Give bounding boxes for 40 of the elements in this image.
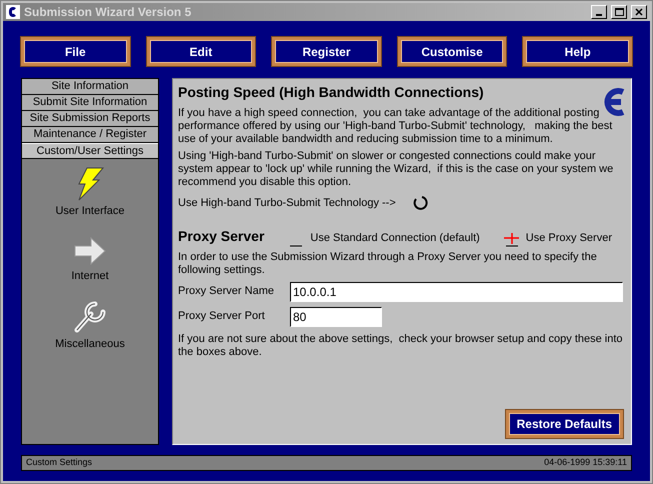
status-datetime: 04-06-1999 15:39:11 — [544, 456, 627, 470]
toggle-label: Use High-band Turbo-Submit Technology --> — [178, 196, 396, 211]
field-label: Proxy Server Port — [178, 309, 266, 324]
option-label: Use Standard Connection (default) — [310, 231, 480, 246]
option-label: Use Proxy Server — [526, 231, 612, 246]
app-icon — [6, 5, 20, 19]
sidebar-tab[interactable]: Maintenance / Register — [22, 127, 158, 143]
arrow-icon — [73, 236, 107, 266]
menu-button[interactable]: Help — [523, 37, 632, 66]
sidebar-tab[interactable]: Site Submission Reports — [22, 111, 158, 127]
sidebar-tab[interactable]: Custom/User Settings — [22, 143, 158, 159]
status-text: Custom Settings — [26, 456, 92, 470]
wrench-icon — [72, 300, 107, 334]
section-title: Proxy Server — [178, 226, 264, 246]
description-text: If you have a high speed connection, you can take advantage of the additional posting performance offered by using our 'High-band Turbo-Submit' technology, making the best use of your available bandwidth and reducing submission time to a minimum. — [178, 107, 614, 146]
minimize-button[interactable] — [591, 5, 607, 19]
window-title: Submission Wizard Version 5 — [24, 4, 192, 21]
radio-mark[interactable] — [504, 232, 520, 246]
field-label: Proxy Server Name — [178, 284, 275, 300]
menu-button[interactable]: Edit — [146, 37, 256, 66]
sidebar-tab[interactable]: Submit Site Information — [22, 95, 158, 111]
restore-defaults-button[interactable]: Restore Defaults — [506, 410, 623, 438]
description-text: If you are not sure about the above settings, check your browser setup and copy these into the boxes above. — [178, 332, 624, 358]
description-text: Using 'High-band Turbo-Submit' on slower or congested connections could make your system appear to 'lock up' while running the Wizard, if this is the case on your system we recommend you disable this option. — [178, 150, 614, 189]
logo-icon — [604, 87, 626, 117]
menu-button[interactable]: Customise — [398, 37, 506, 66]
sidebar-item[interactable]: Internet — [71, 268, 109, 284]
sidebar-tab[interactable]: Site Information — [22, 79, 158, 95]
spinner-icon[interactable] — [412, 195, 428, 212]
sidebar-item[interactable]: Miscellaneous — [55, 336, 125, 352]
maximize-button[interactable] — [611, 5, 627, 19]
menu-button[interactable]: Register — [272, 37, 381, 66]
close-icon — [635, 8, 643, 16]
text-field[interactable]: 80 — [290, 306, 382, 326]
close-button[interactable] — [631, 5, 647, 19]
section-title: Posting Speed (High Bandwidth Connections) — [178, 83, 484, 102]
menu-button[interactable]: File — [21, 37, 130, 66]
description-text: In order to use the Submission Wizard through a Proxy Server you need to specify the following settings. — [178, 250, 598, 276]
sidebar-item[interactable]: User Interface — [55, 203, 125, 220]
text-field[interactable]: 10.0.0.1 — [290, 282, 623, 302]
